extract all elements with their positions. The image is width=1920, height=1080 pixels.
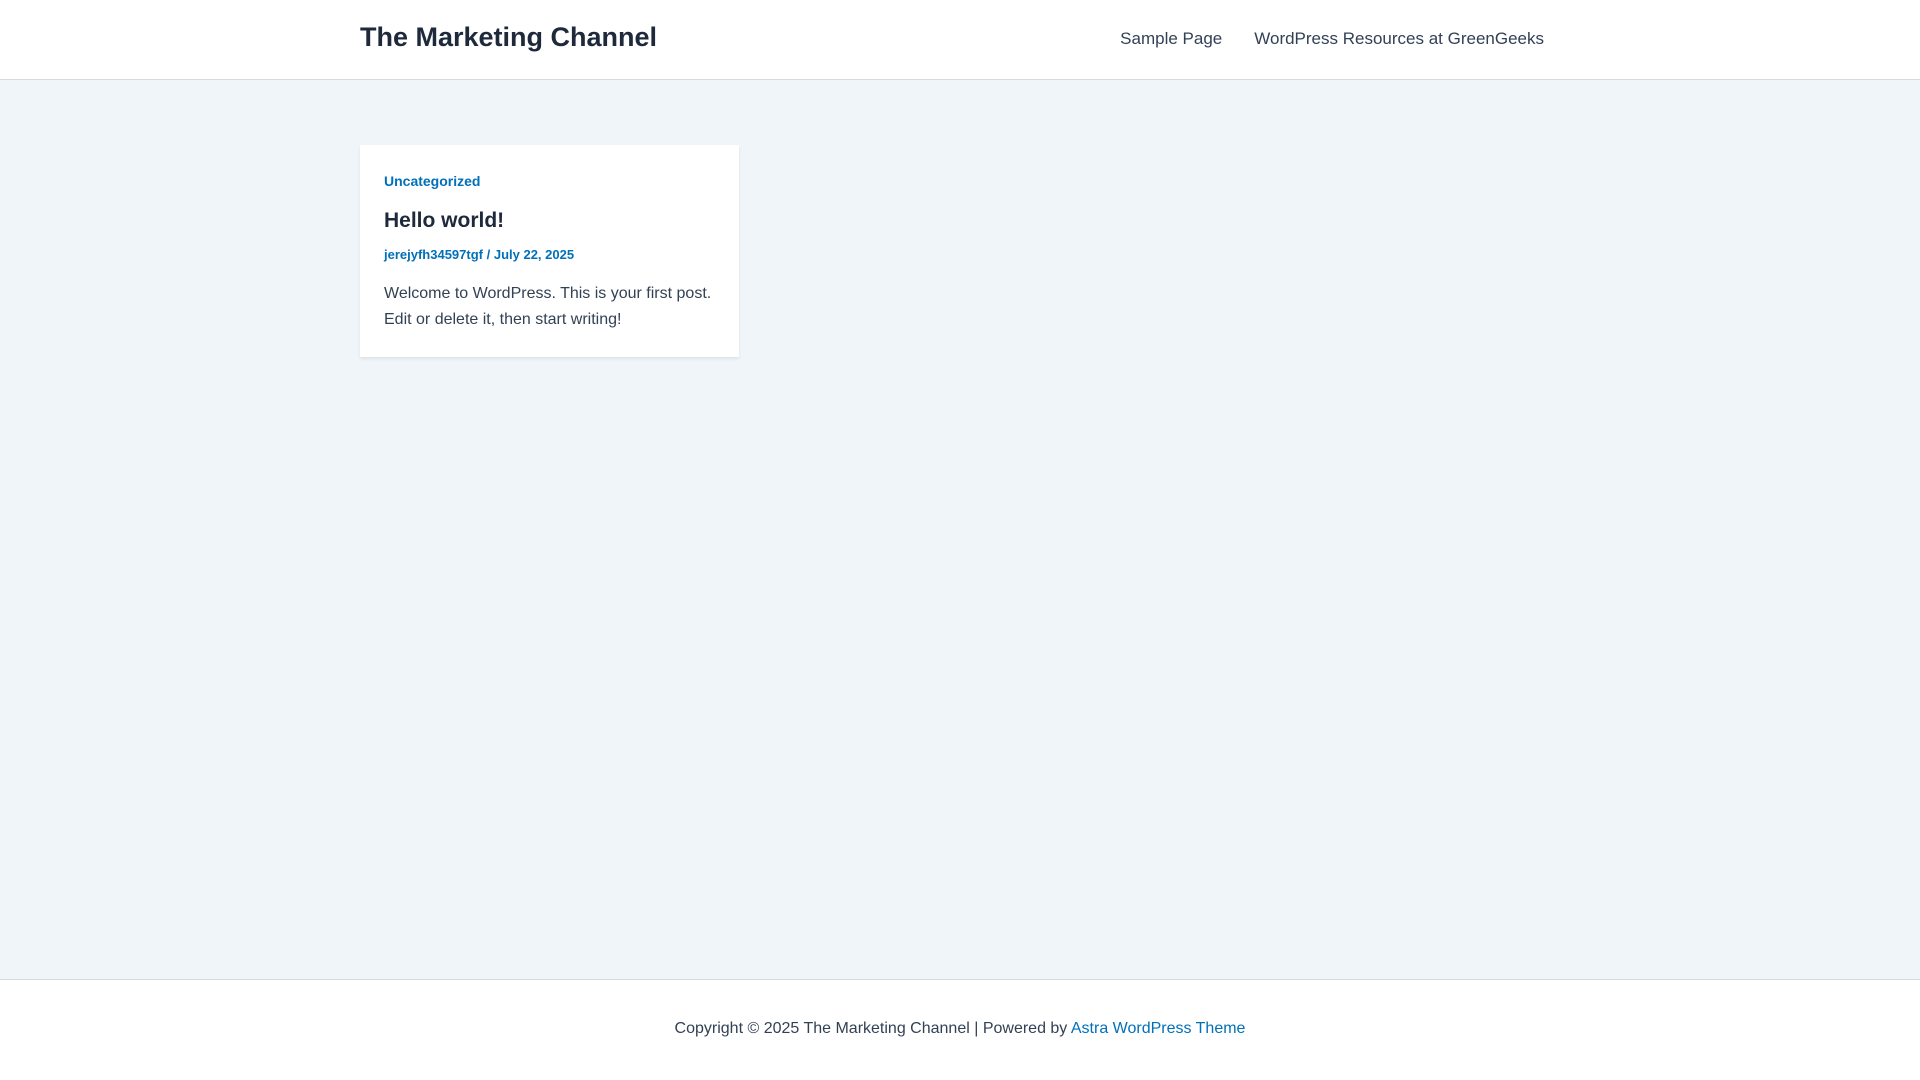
copyright-text: Copyright © 2025 The Marketing Channel |… [674, 1020, 1071, 1037]
nav-item-wordpress-resources[interactable]: WordPress Resources at GreenGeeks [1254, 29, 1544, 49]
post-meta: jerejyfh34597tgf / July 22, 2025 [384, 247, 574, 262]
post-date-link[interactable]: July 22, 2025 [494, 247, 574, 262]
footer-copyright: Copyright © 2025 The Marketing Channel |… [0, 1020, 1920, 1038]
nav-item-sample-page[interactable]: Sample Page [1120, 29, 1222, 49]
primary-nav: Sample Page WordPress Resources at Green… [1120, 29, 1544, 49]
post-card: Uncategorized Hello world! jerejyfh34597… [360, 145, 739, 357]
meta-separator: / [483, 247, 494, 262]
post-excerpt: Welcome to WordPress. This is your first… [384, 285, 712, 328]
site-title-link[interactable]: The Marketing Channel [360, 22, 657, 53]
main-content: Uncategorized Hello world! jerejyfh34597… [0, 80, 1920, 979]
post-title-link[interactable]: Hello world! [384, 209, 504, 233]
site-header: The Marketing Channel Sample Page WordPr… [0, 0, 1920, 80]
site-footer: Copyright © 2025 The Marketing Channel |… [0, 979, 1920, 1080]
post-category-link[interactable]: Uncategorized [384, 173, 480, 189]
post-author-link[interactable]: jerejyfh34597tgf [384, 247, 483, 262]
astra-theme-link[interactable]: Astra WordPress Theme [1071, 1020, 1246, 1037]
